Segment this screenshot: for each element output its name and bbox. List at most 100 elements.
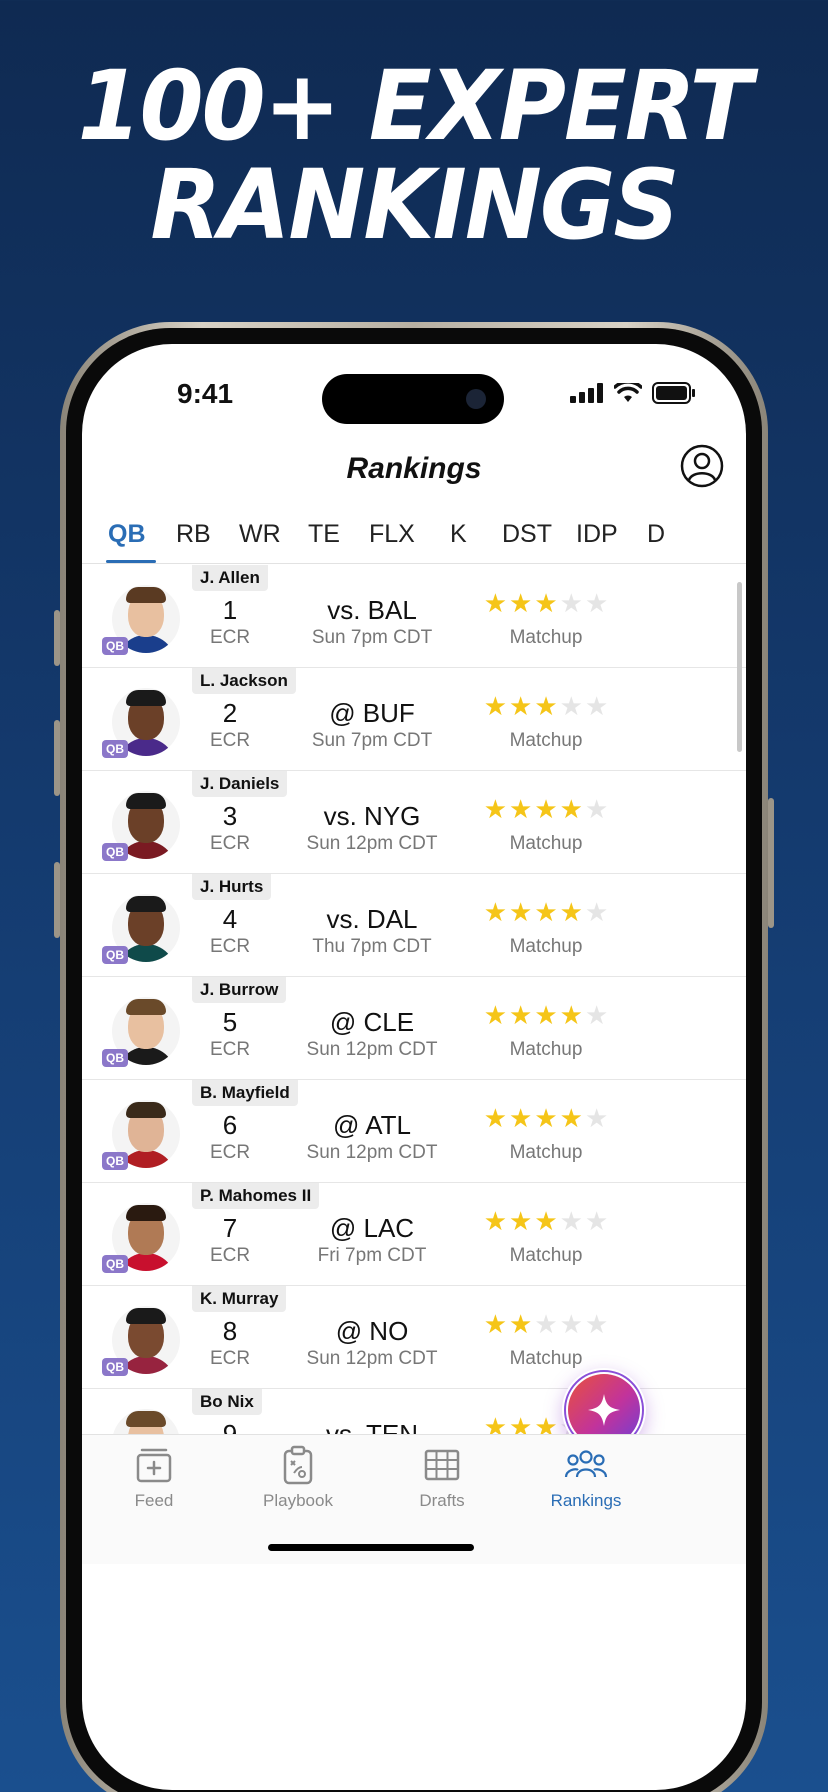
star-icon: ★	[509, 1000, 533, 1030]
matchup-stars: ★★★★★	[482, 1104, 610, 1132]
star-icon: ★	[559, 897, 583, 927]
opponent: vs. NYG	[323, 801, 421, 831]
matchup-stars: ★★★★★	[482, 898, 610, 926]
matchup-stars: ★★★★★	[482, 589, 610, 617]
headshot-hair	[126, 999, 166, 1015]
player-row[interactable]: QB J. Daniels 3 ECR vs. NYG Sun 12pm CDT ★ ★ ★ ★ ★…	[82, 771, 746, 874]
game-time: Thu 7pm CDT	[312, 936, 432, 957]
headshot-hair	[126, 793, 166, 809]
phone-bezel: 9:41 Rankings QB RB WR TE FLX K DST IDP …	[66, 328, 762, 1792]
star-icon: ★	[559, 1103, 583, 1133]
star-icon: ★	[584, 1000, 609, 1030]
star-icon: ★	[534, 1309, 558, 1339]
position-badge: QB	[102, 1255, 128, 1273]
headshot-hair	[126, 896, 166, 912]
matchup-stars: ★★★★★	[482, 1310, 610, 1338]
player-row[interactable]: QB J. Hurts 4 ECR vs. DAL Thu 7pm CDT ★ ★ ★ ★ ★ Mat…	[82, 874, 746, 977]
matchup-stars: ★★★★★	[482, 1001, 610, 1029]
player-name[interactable]: K. Murray	[192, 1286, 287, 1312]
scrollbar[interactable]	[737, 582, 742, 752]
nav-drafts[interactable]: Drafts	[372, 1445, 512, 1511]
tab-wr[interactable]: WR	[239, 520, 281, 549]
tab-flx[interactable]: FLX	[369, 520, 415, 549]
nav-feed[interactable]: Feed	[84, 1445, 224, 1511]
star-icon: ★	[584, 1309, 609, 1339]
nav-playbook-label: Playbook	[263, 1491, 333, 1510]
tab-dst[interactable]: DST	[502, 520, 552, 549]
matchup-stars: ★★★★★	[482, 692, 610, 720]
player-row[interactable]: QB L. Jackson 2 ECR @ BUF Sun 7pm CDT ★ ★ ★ ★ ★ Mat…	[82, 668, 746, 771]
star-icon: ★	[534, 1103, 558, 1133]
player-row[interactable]: QB P. Mahomes II 7 ECR @ LAC Fri 7pm CDT ★ ★ ★ ★ ★…	[82, 1183, 746, 1286]
opponent: vs. BAL	[327, 595, 417, 625]
player-row[interactable]: QB J. Allen 1 ECR vs. BAL Sun 7pm CDT ★ ★ ★ ★ ★ Mat…	[82, 565, 746, 668]
status-icons	[570, 382, 696, 404]
tab-d[interactable]: D	[647, 520, 665, 549]
player-name[interactable]: P. Mahomes II	[192, 1183, 320, 1209]
nav-rankings-label: Rankings	[550, 1491, 622, 1510]
player-rank: 1	[222, 595, 238, 625]
star-icon: ★	[509, 1206, 533, 1236]
feed-add-icon	[136, 1448, 172, 1483]
clipboard-icon	[283, 1445, 313, 1485]
player-name[interactable]: Bo Nix	[192, 1389, 262, 1415]
tab-te[interactable]: TE	[308, 520, 340, 549]
nav-rankings[interactable]: Rankings	[516, 1445, 656, 1511]
battery-icon	[652, 382, 695, 404]
star-icon: ★	[559, 691, 583, 721]
player-name[interactable]: J. Daniels	[192, 771, 288, 797]
star-icon: ★	[559, 588, 583, 618]
star-icon: ★	[509, 1309, 533, 1339]
player-row[interactable]: QB B. Mayfield 6 ECR @ ATL Sun 12pm CDT ★ ★ ★ ★ ★ M…	[82, 1080, 746, 1183]
position-badge: QB	[102, 1049, 128, 1067]
home-indicator[interactable]	[268, 1544, 474, 1551]
nav-playbook[interactable]: Playbook	[228, 1445, 368, 1511]
star-icon: ★	[509, 794, 533, 824]
player-name[interactable]: J. Burrow	[192, 977, 287, 1003]
player-name[interactable]: J. Hurts	[192, 874, 272, 900]
player-name[interactable]: L. Jackson	[192, 668, 296, 694]
game-time: Sun 12pm CDT	[306, 1348, 438, 1369]
player-rank: 3	[222, 801, 238, 831]
opponent: @ ATL	[333, 1110, 411, 1140]
ecr-label: ECR	[209, 730, 251, 751]
opponent: @ BUF	[329, 698, 415, 728]
game-time: Sun 7pm CDT	[311, 627, 433, 648]
page-title: Rankings	[346, 452, 482, 485]
player-rank: 8	[222, 1316, 238, 1346]
matchup-label: Matchup	[509, 730, 583, 751]
ecr-label: ECR	[209, 833, 251, 854]
player-rank: 4	[222, 904, 238, 934]
player-row[interactable]: QB J. Burrow 5 ECR @ CLE Sun 12pm CDT ★ ★ ★ ★ ★ Mat…	[82, 977, 746, 1080]
position-badge: QB	[102, 1358, 128, 1376]
tab-qb[interactable]: QB	[108, 520, 146, 549]
nav-feed-label: Feed	[134, 1491, 174, 1510]
star-icon: ★	[559, 794, 583, 824]
tab-k[interactable]: K	[450, 520, 467, 549]
star-icon: ★	[534, 691, 558, 721]
player-rank: 5	[222, 1007, 238, 1037]
wifi-icon	[614, 383, 642, 402]
player-rank: 7	[222, 1213, 238, 1243]
position-tabs: QB RB WR TE FLX K DST IDP D	[82, 512, 746, 564]
headshot-hair	[126, 1102, 166, 1118]
opponent: vs. DAL	[326, 904, 418, 934]
dynamic-island	[322, 374, 504, 424]
tab-idp[interactable]: IDP	[576, 520, 618, 549]
player-name[interactable]: J. Allen	[192, 565, 268, 591]
star-icon: ★	[483, 1103, 508, 1133]
player-row[interactable]: QB K. Murray 8 ECR @ NO Sun 12pm CDT ★ ★ ★ ★ ★ Matc…	[82, 1286, 746, 1389]
tab-rb[interactable]: RB	[176, 520, 211, 549]
star-icon: ★	[509, 588, 533, 618]
star-icon: ★	[584, 1103, 609, 1133]
star-icon: ★	[483, 1206, 508, 1236]
star-icon: ★	[483, 691, 508, 721]
promo-line-1: 100+ EXPERT	[77, 49, 753, 163]
star-icon: ★	[559, 1206, 583, 1236]
player-name[interactable]: B. Mayfield	[192, 1080, 298, 1106]
status-bar: 9:41	[82, 366, 746, 424]
star-icon: ★	[534, 588, 558, 618]
star-icon: ★	[559, 1309, 583, 1339]
user-circle-icon[interactable]	[680, 444, 724, 488]
matchup-label: Matchup	[509, 1245, 583, 1266]
